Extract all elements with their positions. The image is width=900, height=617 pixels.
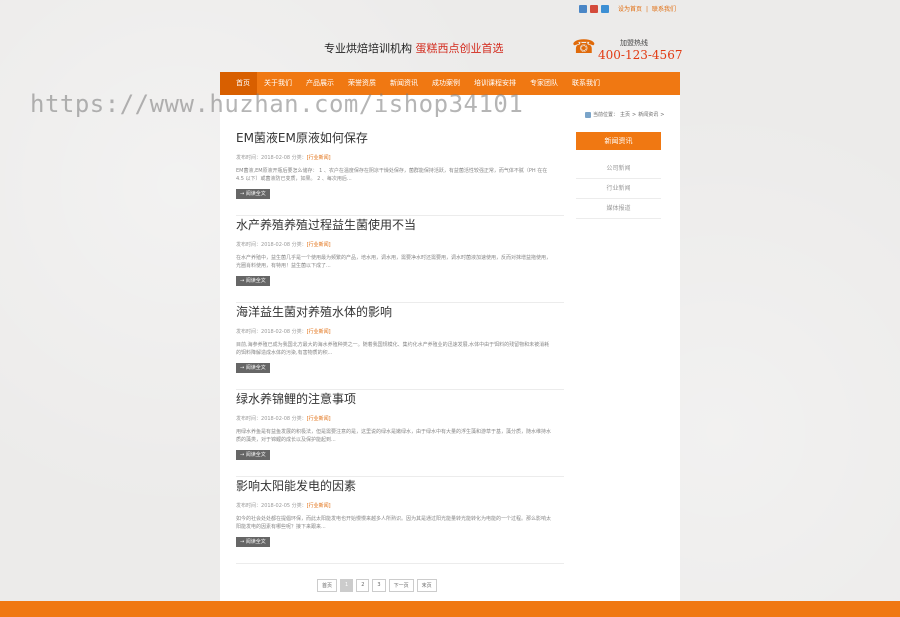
weibo-icon[interactable] xyxy=(589,4,598,13)
slogan: 专业烘焙培训机构 蛋糕西点创业首选 xyxy=(324,40,504,56)
pager-page-2[interactable]: 2 xyxy=(356,579,370,592)
nav-item-cases[interactable]: 成功案例 xyxy=(425,72,467,95)
article-title[interactable]: 影响太阳能发电的因素 xyxy=(236,477,356,494)
sidebar-item-industry-news[interactable]: 行业新闻 xyxy=(576,179,661,199)
article-category[interactable]: [行业新闻] xyxy=(307,416,331,422)
nav-item-products[interactable]: 产品展示 xyxy=(299,72,341,95)
list-item: 影响太阳能发电的因素 发布时间：2018-02-05 分类：[行业新闻] 如今的… xyxy=(236,477,564,564)
article-meta: 发布时间：2018-02-08 分类：[行业新闻] xyxy=(236,155,331,161)
pager-last[interactable]: 末页 xyxy=(416,579,437,592)
article-summary: 用绿水养鱼是有益鱼发展的积极法，但是需要注意的是，这里说的绿水是嫩绿水，由于绿水… xyxy=(236,429,552,443)
article-summary: 在水产养殖中，益生菌几乎是一个使用最为频繁的产品，培水用，调水用，需要净水时还需… xyxy=(236,255,552,269)
breadcrumb-sep: > xyxy=(660,111,665,118)
slogan-highlight: 蛋糕西点创业首选 xyxy=(415,42,504,55)
sidebar-list: 公司新闻 行业新闻 媒体报道 xyxy=(576,159,661,219)
hotline-label: 加盟热线 xyxy=(620,39,648,47)
article-meta: 发布时间：2018-02-08 分类：[行业新闻] xyxy=(236,242,331,248)
article-meta: 发布时间：2018-02-05 分类：[行业新闻] xyxy=(236,503,331,509)
article-category[interactable]: [行业新闻] xyxy=(307,242,331,248)
nav-item-contact[interactable]: 联系我们 xyxy=(565,72,607,95)
main-nav: 首页 关于我们 产品展示 荣誉资质 新闻资讯 成功案例 培训课程安排 专家团队 … xyxy=(220,72,680,95)
article-title[interactable]: 海洋益生菌对养殖水体的影响 xyxy=(236,303,392,320)
pager-next[interactable]: 下一页 xyxy=(388,579,414,592)
breadcrumb-home[interactable]: 主页 xyxy=(620,111,630,118)
article-summary: 目前,海参养殖已成为我国北方最大的海水养殖种类之一。随着我国规模化、集约化水产养… xyxy=(236,342,550,356)
nav-item-honors[interactable]: 荣誉资质 xyxy=(341,72,383,95)
nav-item-experts[interactable]: 专家团队 xyxy=(523,72,565,95)
article-list: EM菌液EM原液如何保存 发布时间：2018-02-08 分类：[行业新闻] E… xyxy=(236,129,564,564)
read-more-button[interactable]: → 阅读全文 xyxy=(236,363,270,373)
phone-icon: ☎ xyxy=(572,36,596,58)
breadcrumb: 当前位置： 主页 > 新闻资讯 > xyxy=(585,111,664,118)
sidebar-item-company-news[interactable]: 公司新闻 xyxy=(576,159,661,179)
nav-item-home[interactable]: 首页 xyxy=(220,72,257,95)
list-item: 水产养殖养殖过程益生菌使用不当 发布时间：2018-02-08 分类：[行业新闻… xyxy=(236,216,564,303)
article-category[interactable]: [行业新闻] xyxy=(307,503,331,509)
article-summary: 如今的社会处处都在提倡环保，而此太阳能发电也开始慢慢来越多人所熟识。因为其是通过… xyxy=(236,516,552,530)
nav-item-courses[interactable]: 培训课程安排 xyxy=(467,72,523,95)
main-panel: EM菌液EM原液如何保存 发布时间：2018-02-08 分类：[行业新闻] E… xyxy=(220,95,680,602)
breadcrumb-current[interactable]: 新闻资讯 xyxy=(638,111,658,118)
article-category[interactable]: [行业新闻] xyxy=(307,155,331,161)
contact-us-link[interactable]: 联系我们 xyxy=(652,6,676,13)
article-title[interactable]: 水产养殖养殖过程益生菌使用不当 xyxy=(236,216,416,233)
plus-icon[interactable] xyxy=(578,4,587,13)
read-more-button[interactable]: → 阅读全文 xyxy=(236,276,270,286)
set-homepage-link[interactable]: 设为首页 xyxy=(618,6,642,13)
qq-icon[interactable] xyxy=(600,4,609,13)
sidebar-item-media[interactable]: 媒体报道 xyxy=(576,199,661,219)
article-meta: 发布时间：2018-02-08 分类：[行业新闻] xyxy=(236,416,331,422)
pagination: 首页 1 2 3 下一页 末页 xyxy=(317,579,437,592)
breadcrumb-prefix: 当前位置： xyxy=(593,112,619,118)
list-item: 绿水养锦鲤的注意事项 发布时间：2018-02-08 分类：[行业新闻] 用绿水… xyxy=(236,390,564,477)
top-utility-bar: 设为首页 | 联系我们 xyxy=(578,4,678,13)
article-title[interactable]: 绿水养锦鲤的注意事项 xyxy=(236,390,356,407)
article-title[interactable]: EM菌液EM原液如何保存 xyxy=(236,129,368,146)
list-item: EM菌液EM原液如何保存 发布时间：2018-02-08 分类：[行业新闻] E… xyxy=(236,129,564,216)
read-more-button[interactable]: → 阅读全文 xyxy=(236,189,270,199)
list-item: 海洋益生菌对养殖水体的影响 发布时间：2018-02-08 分类：[行业新闻] … xyxy=(236,303,564,390)
separator: | xyxy=(645,6,648,13)
sidebar-title[interactable]: 新闻资讯 xyxy=(576,132,661,150)
hotline-number: 400-123-4567 xyxy=(598,48,683,62)
footer-bar xyxy=(0,601,900,617)
article-meta: 发布时间：2018-02-08 分类：[行业新闻] xyxy=(236,329,331,335)
article-summary: EM菌液,EM原液开瓶后要怎么储存： 1 、农户在温度保存在阴凉干燥处保存，菌群… xyxy=(236,168,548,182)
nav-item-news[interactable]: 新闻资讯 xyxy=(383,72,425,95)
pager-page-1[interactable]: 1 xyxy=(340,579,354,592)
home-icon xyxy=(585,111,591,118)
pager-page-3[interactable]: 3 xyxy=(372,579,386,592)
breadcrumb-sep: > xyxy=(632,111,637,118)
article-category[interactable]: [行业新闻] xyxy=(307,329,331,335)
site-header: 专业烘焙培训机构 蛋糕西点创业首选 ☎ 加盟热线 400-123-4567 xyxy=(220,28,683,72)
pager-first[interactable]: 首页 xyxy=(317,579,338,592)
top-links: 设为首页 | 联系我们 xyxy=(616,4,678,13)
slogan-main: 专业烘焙培训机构 xyxy=(324,42,412,55)
read-more-button[interactable]: → 阅读全文 xyxy=(236,537,270,547)
read-more-button[interactable]: → 阅读全文 xyxy=(236,450,270,460)
nav-item-about[interactable]: 关于我们 xyxy=(257,72,299,95)
